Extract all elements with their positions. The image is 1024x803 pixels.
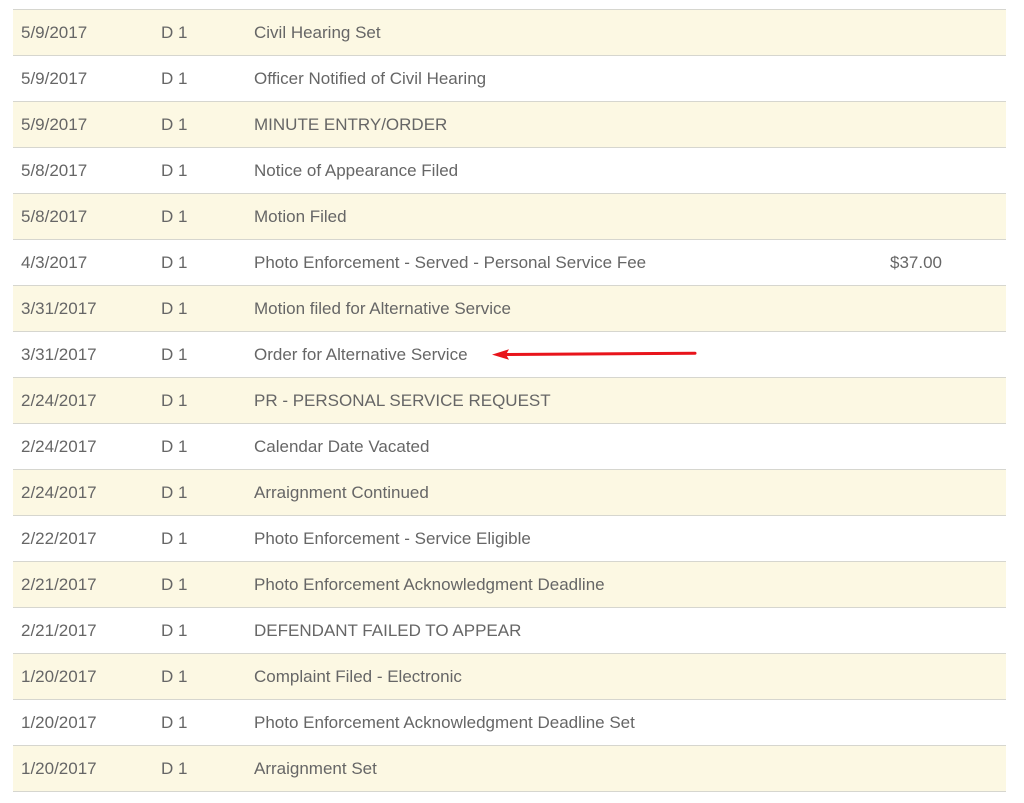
- entry-description: Complaint Filed - Electronic: [254, 667, 462, 686]
- table-row: 2/24/2017 D 1 Arraignment Continued: [13, 470, 1006, 516]
- entry-party: D 1: [161, 437, 188, 456]
- table-row: 1/20/2017 D 1 Arraignment Set: [13, 746, 1006, 792]
- entry-description: DEFENDANT FAILED TO APPEAR: [254, 621, 522, 640]
- entry-party: D 1: [161, 575, 188, 594]
- entry-party: D 1: [161, 253, 188, 272]
- table-row: 2/22/2017 D 1 Photo Enforcement - Servic…: [13, 516, 1006, 562]
- entry-party: D 1: [161, 23, 188, 42]
- entry-amount: $37.00: [890, 253, 942, 272]
- entry-date: 2/24/2017: [21, 437, 97, 456]
- entry-date: 5/9/2017: [21, 69, 88, 88]
- entry-date: 3/31/2017: [21, 345, 97, 364]
- entry-party: D 1: [161, 69, 188, 88]
- entry-description: Officer Notified of Civil Hearing: [254, 69, 487, 88]
- entry-description: Order for Alternative Service: [254, 345, 468, 364]
- entry-party: D 1: [161, 299, 188, 318]
- entry-date: 1/20/2017: [21, 667, 97, 686]
- entry-party: D 1: [161, 345, 188, 364]
- entry-date: 4/3/2017: [21, 253, 88, 272]
- entry-date: 2/21/2017: [21, 575, 97, 594]
- entry-description: Photo Enforcement - Service Eligible: [254, 529, 531, 548]
- table-row: 5/9/2017 D 1 Civil Hearing Set: [13, 10, 1006, 56]
- table-row: 2/24/2017 D 1 Calendar Date Vacated: [13, 424, 1006, 470]
- table-row: 2/24/2017 D 1 PR - PERSONAL SERVICE REQU…: [13, 378, 1006, 424]
- entry-party: D 1: [161, 713, 188, 732]
- entry-description: Notice of Appearance Filed: [254, 161, 459, 180]
- table-row: 1/20/2017 D 1 Photo Enforcement Acknowle…: [13, 700, 1006, 746]
- entry-party: D 1: [161, 529, 188, 548]
- entry-party: D 1: [161, 391, 188, 410]
- entry-description: Arraignment Continued: [254, 483, 429, 502]
- table-row: 1/20/2017 D 1 Complaint Filed - Electron…: [13, 654, 1006, 700]
- entry-description: Photo Enforcement Acknowledgment Deadlin…: [254, 713, 635, 732]
- entry-party: D 1: [161, 161, 188, 180]
- entry-date: 2/24/2017: [21, 483, 97, 502]
- table-row: 5/8/2017 D 1 Motion Filed: [13, 194, 1006, 240]
- entry-party: D 1: [161, 621, 188, 640]
- entry-date: 5/9/2017: [21, 115, 88, 134]
- entry-party: D 1: [161, 115, 188, 134]
- entry-date: 2/21/2017: [21, 621, 97, 640]
- entry-date: 5/8/2017: [21, 161, 88, 180]
- entry-description: Motion filed for Alternative Service: [254, 299, 512, 318]
- entry-date: 2/22/2017: [21, 529, 97, 548]
- table-row: 5/9/2017 D 1 Officer Notified of Civil H…: [13, 56, 1006, 102]
- table-row: 2/21/2017 D 1 DEFENDANT FAILED TO APPEAR: [13, 608, 1006, 654]
- entry-description: MINUTE ENTRY/ORDER: [254, 115, 448, 134]
- entry-description: Calendar Date Vacated: [254, 437, 430, 456]
- entry-date: 5/8/2017: [21, 207, 88, 226]
- entry-description: Civil Hearing Set: [254, 23, 381, 42]
- entry-description: PR - PERSONAL SERVICE REQUEST: [254, 391, 551, 410]
- entry-party: D 1: [161, 483, 188, 502]
- docket-page: 5/9/2017 D 1 Civil Hearing Set 5/9/2017 …: [0, 0, 1024, 803]
- table-row: 3/31/2017 D 1 Motion filed for Alternati…: [13, 286, 1006, 332]
- entry-party: D 1: [161, 759, 188, 778]
- entry-date: 5/9/2017: [21, 23, 88, 42]
- table-row: 2/21/2017 D 1 Photo Enforcement Acknowle…: [13, 562, 1006, 608]
- arrow-left-icon: [492, 349, 697, 360]
- entry-date: 3/31/2017: [21, 299, 97, 318]
- table-row: 5/9/2017 D 1 MINUTE ENTRY/ORDER: [13, 102, 1006, 148]
- docket-table: 5/9/2017 D 1 Civil Hearing Set 5/9/2017 …: [13, 9, 1006, 792]
- entry-date: 1/20/2017: [21, 759, 97, 778]
- arrow-shaft: [502, 351, 697, 356]
- entry-date: 1/20/2017: [21, 713, 97, 732]
- entry-description: Photo Enforcement - Served - Personal Se…: [254, 253, 647, 272]
- entry-description: Motion Filed: [254, 207, 347, 226]
- table-row: 4/3/2017 D 1 Photo Enforcement - Served …: [13, 240, 1006, 286]
- entry-description: Arraignment Set: [254, 759, 377, 778]
- entry-description: Photo Enforcement Acknowledgment Deadlin…: [254, 575, 605, 594]
- entry-date: 2/24/2017: [21, 391, 97, 410]
- entry-party: D 1: [161, 207, 188, 226]
- entry-party: D 1: [161, 667, 188, 686]
- table-row: 5/8/2017 D 1 Notice of Appearance Filed: [13, 148, 1006, 194]
